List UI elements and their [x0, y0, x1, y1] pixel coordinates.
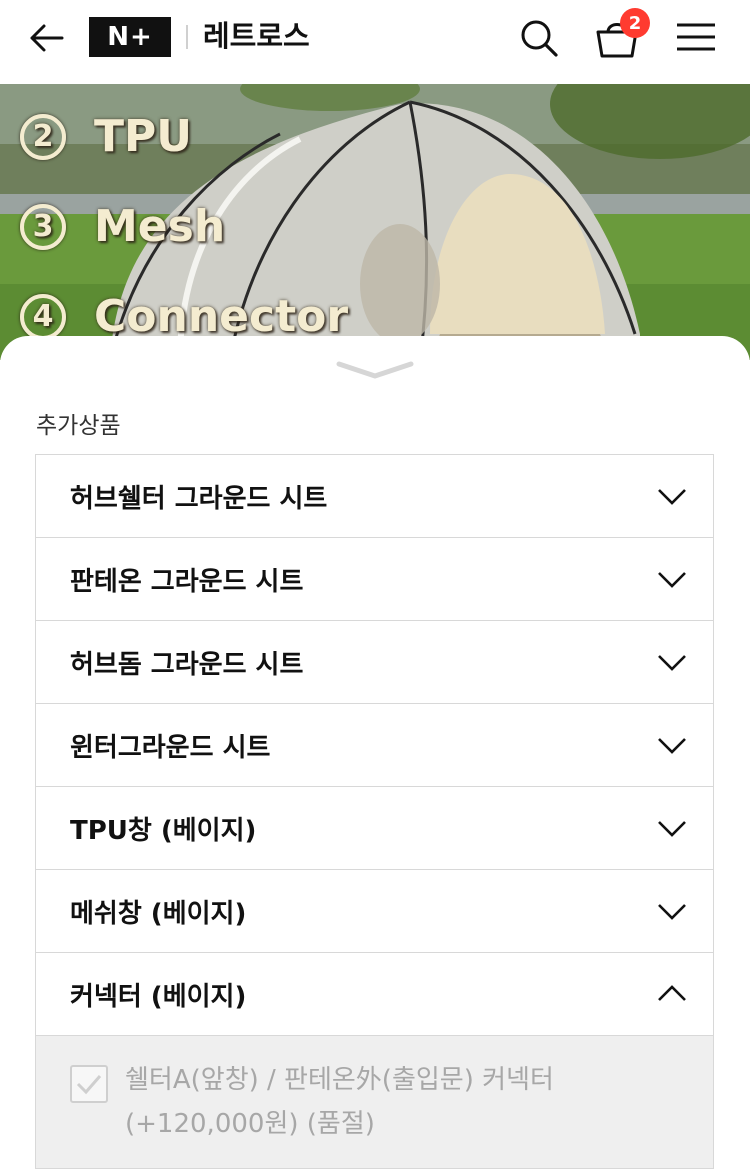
option-price-status: (+120,000원) (품절): [125, 1109, 375, 1139]
addon-item-label: TPU창 (베이지): [70, 815, 257, 846]
store-logo[interactable]: N+: [89, 17, 171, 57]
addon-item-hub-shelter-ground-sheet[interactable]: 허브쉘터 그라운드 시트: [36, 455, 713, 538]
connector-options-panel: 쉘터A(앞창) / 판테온外(출입문) 커넥터 (+120,000원) (품절): [36, 1036, 713, 1169]
product-hero-image: 2 TPU 3 Mesh 4 Connector: [0, 84, 750, 360]
chevron-down-icon: [658, 738, 686, 754]
addon-item-label: 윈터그라운드 시트: [70, 732, 271, 763]
header-divider: [186, 25, 188, 49]
addon-item-connector[interactable]: 커넥터 (베이지): [36, 953, 713, 1036]
addon-item-label: 메쉬창 (베이지): [70, 898, 247, 929]
addon-item-label: 허브쉘터 그라운드 시트: [70, 483, 328, 514]
chevron-down-icon: [336, 361, 414, 379]
addon-item-hub-dome-ground-sheet[interactable]: 허브돔 그라운드 시트: [36, 621, 713, 704]
option-name: 쉘터A(앞창) / 판테온外(출입문) 커넥터: [125, 1065, 554, 1095]
cart-count-badge: 2: [620, 8, 650, 38]
addon-item-mesh-window[interactable]: 메쉬창 (베이지): [36, 870, 713, 953]
option-checkbox[interactable]: [70, 1065, 108, 1103]
back-button[interactable]: [24, 18, 68, 58]
chevron-down-icon: [658, 655, 686, 671]
addon-product-list: 허브쉘터 그라운드 시트 판테온 그라운드 시트 허브돔 그라운드 시트 윈터그…: [35, 454, 714, 1169]
sheet-collapse-handle[interactable]: [335, 358, 415, 382]
addon-item-label: 판테온 그라운드 시트: [70, 566, 304, 597]
addon-item-label: 커넥터 (베이지): [70, 981, 247, 1012]
arrow-left-icon: [30, 24, 64, 52]
hero-line-tpu: 2 TPU: [20, 111, 192, 163]
search-icon: [521, 20, 558, 57]
chevron-down-icon: [658, 572, 686, 588]
top-header: N+ 레트로스 2: [0, 0, 750, 84]
chevron-down-icon: [658, 821, 686, 837]
section-label: 추가상품: [36, 413, 121, 439]
chevron-up-icon: [658, 985, 686, 1001]
menu-button[interactable]: [673, 16, 719, 58]
addon-item-tpu-window[interactable]: TPU창 (베이지): [36, 787, 713, 870]
store-name[interactable]: 레트로스: [203, 16, 310, 56]
chevron-down-icon: [658, 904, 686, 920]
option-label-sold-out: 쉘터A(앞창) / 판테온外(출입문) 커넥터 (+120,000원) (품절): [125, 1058, 685, 1146]
chevron-down-icon: [658, 489, 686, 505]
hamburger-menu-icon: [677, 23, 715, 51]
addon-item-label: 허브돔 그라운드 시트: [70, 649, 304, 680]
search-button[interactable]: [515, 14, 563, 62]
hero-line-mesh: 3 Mesh: [20, 201, 225, 253]
checkmark-icon: [76, 1075, 102, 1095]
addon-item-pantheon-ground-sheet[interactable]: 판테온 그라운드 시트: [36, 538, 713, 621]
option-bottom-sheet: 추가상품 허브쉘터 그라운드 시트 판테온 그라운드 시트 허브돔 그라운드 시…: [0, 336, 750, 1173]
addon-item-winter-ground-sheet[interactable]: 윈터그라운드 시트: [36, 704, 713, 787]
